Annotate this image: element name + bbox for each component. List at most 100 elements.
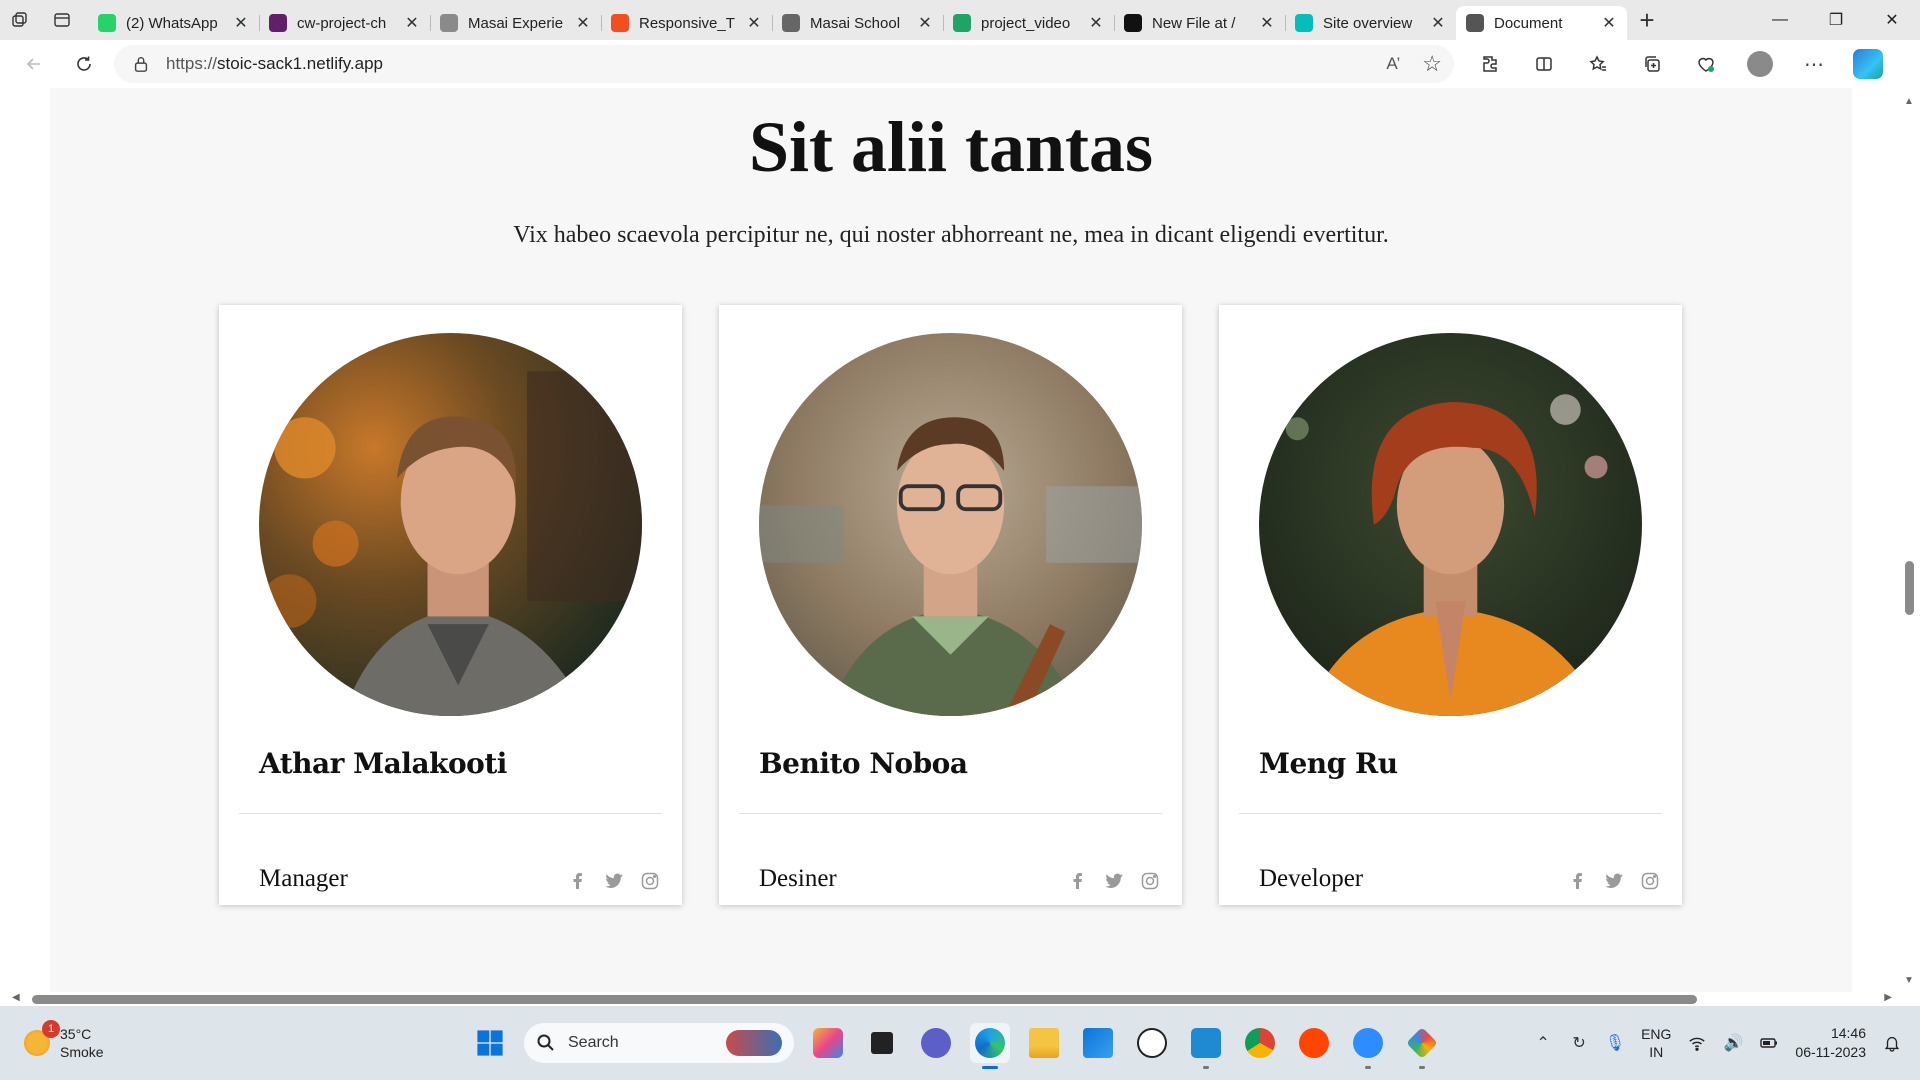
browser-tab[interactable]: Site overview ✕ xyxy=(1285,6,1456,40)
language-code: ENG xyxy=(1641,1026,1672,1042)
taskbar-search[interactable]: Search xyxy=(524,1023,794,1063)
back-button[interactable] xyxy=(14,44,54,84)
close-window-button[interactable]: ✕ xyxy=(1864,0,1920,40)
instagram-icon[interactable] xyxy=(638,869,662,893)
taskbar-apps: Search xyxy=(470,1006,1442,1080)
card-divider xyxy=(1239,813,1662,814)
collections-icon[interactable] xyxy=(1632,44,1672,84)
close-tab-icon[interactable]: ✕ xyxy=(1430,13,1446,33)
microsoft-store-icon[interactable] xyxy=(1078,1023,1118,1063)
team-member-photo xyxy=(1259,333,1642,716)
wifi-icon[interactable] xyxy=(1687,1033,1707,1053)
browser-tab[interactable]: Responsive_T ✕ xyxy=(601,6,772,40)
instagram-icon[interactable] xyxy=(1138,869,1162,893)
team-member-name: Benito Noboa xyxy=(759,747,968,780)
zoom-icon[interactable] xyxy=(1348,1023,1388,1069)
team-section: Sit alii tantas Vix habeo scaevola perci… xyxy=(50,88,1852,992)
scroll-up-arrow-icon[interactable]: ▲ xyxy=(1904,96,1914,107)
url-text[interactable]: https://stoic-sack1.netlify.app xyxy=(166,54,1386,74)
weather-widget[interactable]: 1 35°C Smoke xyxy=(24,1006,104,1080)
browser-tab[interactable]: Masai Experie ✕ xyxy=(430,6,601,40)
close-tab-icon[interactable]: ✕ xyxy=(1601,13,1617,33)
favorite-star-icon[interactable]: ☆ xyxy=(1422,51,1442,77)
toolbar-right: ⋯ xyxy=(1470,44,1888,84)
reddit-icon[interactable] xyxy=(1294,1023,1334,1063)
browser-tab[interactable]: (2) WhatsApp ✕ xyxy=(88,6,259,40)
vertical-scrollbar[interactable]: ▲ ▼ xyxy=(1898,88,1920,992)
read-aloud-icon[interactable]: A’ xyxy=(1386,54,1400,74)
close-tab-icon[interactable]: ✕ xyxy=(746,13,762,33)
extensions-icon[interactable] xyxy=(1470,44,1510,84)
instagram-icon[interactable] xyxy=(1638,869,1662,893)
close-tab-icon[interactable]: ✕ xyxy=(1259,13,1275,33)
file-explorer-icon[interactable] xyxy=(1024,1023,1064,1063)
social-links xyxy=(566,869,662,893)
battery-icon[interactable] xyxy=(1759,1033,1779,1053)
browser-toolbar: https://stoic-sack1.netlify.app A’ ☆ ⋯ xyxy=(0,40,1920,88)
facebook-icon[interactable] xyxy=(1566,869,1590,893)
vscode-icon[interactable] xyxy=(1186,1023,1226,1069)
windows-taskbar: 1 35°C Smoke Search ⌃ ↻ 🎙 ENG IN 🔊 14:46… xyxy=(0,1006,1920,1080)
horizontal-scroll-thumb[interactable] xyxy=(32,995,1697,1004)
restore-button[interactable]: ❐ xyxy=(1808,0,1864,40)
tab-actions-icon[interactable] xyxy=(42,0,82,40)
favorites-icon[interactable] xyxy=(1578,44,1618,84)
tab-title: (2) WhatsApp xyxy=(126,14,218,32)
chrome-icon[interactable] xyxy=(1240,1023,1280,1063)
notification-bell-icon[interactable] xyxy=(1882,1033,1902,1053)
clock-date: 06-11-2023 xyxy=(1795,1044,1866,1060)
dell-icon[interactable] xyxy=(1132,1023,1172,1063)
more-options-icon[interactable]: ⋯ xyxy=(1794,44,1834,84)
pinned-app-icon[interactable] xyxy=(1402,1023,1442,1069)
edge-browser-icon[interactable] xyxy=(970,1023,1010,1069)
browser-tab[interactable]: project_video ✕ xyxy=(943,6,1114,40)
microphone-icon[interactable]: 🎙 xyxy=(1605,1033,1625,1053)
close-tab-icon[interactable]: ✕ xyxy=(404,13,420,33)
facebook-icon[interactable] xyxy=(566,869,590,893)
lock-icon[interactable] xyxy=(132,55,150,73)
address-bar[interactable]: https://stoic-sack1.netlify.app A’ ☆ xyxy=(114,45,1454,83)
close-tab-icon[interactable]: ✕ xyxy=(1088,13,1104,33)
twitter-icon[interactable] xyxy=(602,869,626,893)
weather-temperature: 35°C xyxy=(60,1026,92,1042)
system-clock[interactable]: 14:46 06-11-2023 xyxy=(1795,1024,1866,1062)
scroll-down-arrow-icon[interactable]: ▼ xyxy=(1904,975,1914,986)
tab-title: Document xyxy=(1494,14,1563,32)
minimize-button[interactable]: — xyxy=(1752,0,1808,40)
chevron-up-icon[interactable]: ⌃ xyxy=(1533,1033,1553,1053)
twitter-icon[interactable] xyxy=(1102,869,1126,893)
volume-icon[interactable]: 🔊 xyxy=(1723,1033,1743,1053)
scroll-right-arrow-icon[interactable]: ▶ xyxy=(1884,992,1892,1003)
tab-title: Responsive_T xyxy=(639,14,735,32)
twitter-icon[interactable] xyxy=(1602,869,1626,893)
weather-description: Smoke xyxy=(60,1044,104,1060)
close-tab-icon[interactable]: ✕ xyxy=(233,13,249,33)
start-button[interactable] xyxy=(470,1023,510,1063)
task-view-icon[interactable] xyxy=(862,1023,902,1063)
teams-chat-icon[interactable] xyxy=(916,1023,956,1063)
browser-tab[interactable]: cw-project-ch ✕ xyxy=(259,6,430,40)
profile-avatar[interactable] xyxy=(1740,44,1780,84)
workspaces-icon[interactable] xyxy=(0,0,40,40)
copilot-icon[interactable] xyxy=(1848,44,1888,84)
sync-icon[interactable]: ↻ xyxy=(1569,1033,1589,1053)
horizontal-scrollbar[interactable]: ◀ ▶ xyxy=(0,992,1920,1006)
team-member-photo xyxy=(759,333,1142,716)
browser-essentials-icon[interactable] xyxy=(1686,44,1726,84)
scroll-left-arrow-icon[interactable]: ◀ xyxy=(12,992,20,1003)
close-tab-icon[interactable]: ✕ xyxy=(917,13,933,33)
vertical-scroll-thumb[interactable] xyxy=(1905,561,1914,615)
browser-tab[interactable]: New File at / ✕ xyxy=(1114,6,1285,40)
facebook-icon[interactable] xyxy=(1066,869,1090,893)
language-indicator[interactable]: ENG IN xyxy=(1641,1025,1671,1061)
search-icon xyxy=(537,1034,554,1051)
team-member-name: Athar Malakooti xyxy=(259,747,507,780)
document-icon xyxy=(782,14,800,32)
refresh-button[interactable] xyxy=(64,44,104,84)
copilot-app-icon[interactable] xyxy=(808,1023,848,1063)
close-tab-icon[interactable]: ✕ xyxy=(575,13,591,33)
browser-tab[interactable]: Masai School ✕ xyxy=(772,6,943,40)
new-tab-button[interactable]: + xyxy=(1627,0,1667,40)
browser-tab[interactable]: Document ✕ xyxy=(1456,6,1627,40)
split-screen-icon[interactable] xyxy=(1524,44,1564,84)
